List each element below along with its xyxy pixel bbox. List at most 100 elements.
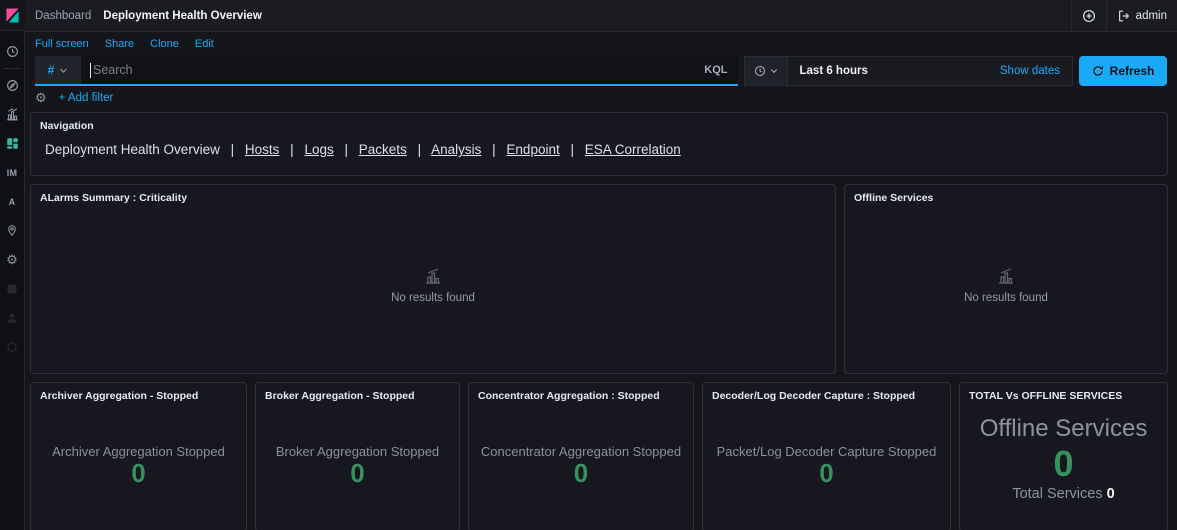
stat-value: 0	[131, 458, 146, 489]
chevron-down-icon	[60, 68, 68, 73]
share-link[interactable]: Share	[105, 38, 134, 50]
nav-separator: |	[570, 142, 574, 157]
filter-settings-gear-icon[interactable]: ⚙	[35, 91, 47, 104]
clone-link[interactable]: Clone	[150, 38, 179, 50]
text-caret	[90, 63, 91, 78]
query-language-button[interactable]: KQL	[694, 64, 737, 76]
disabled-circle-icon	[0, 332, 25, 361]
time-picker: Last 6 hours Show dates	[743, 56, 1073, 86]
broker-aggregation-panel: Broker Aggregation - Stopped Broker Aggr…	[255, 382, 460, 530]
total-services-line: Total Services 0	[1012, 486, 1114, 502]
nav-separator: |	[417, 142, 422, 157]
query-bar-row: # KQL	[35, 56, 1167, 86]
no-results-chart-icon	[999, 267, 1013, 284]
query-bar: # KQL	[35, 56, 738, 86]
maps-pin-icon[interactable]	[0, 216, 25, 245]
offline-empty-state: No results found	[845, 185, 1167, 373]
no-results-chart-icon	[426, 267, 440, 284]
chevron-down-icon	[770, 69, 777, 74]
management-gear-icon[interactable]: ⚙	[0, 245, 25, 274]
refresh-icon	[1092, 66, 1103, 76]
add-icon[interactable]	[1082, 9, 1096, 23]
kibana-logo-icon	[5, 7, 19, 23]
decoder-capture-panel: Decoder/Log Decoder Capture : Stopped Pa…	[702, 382, 951, 530]
stat-value: 0	[573, 458, 589, 489]
header-actions: admin	[1061, 0, 1167, 31]
nav-current-page: Deployment Health Overview	[45, 142, 220, 157]
saved-query-menu-button[interactable]: #	[35, 56, 81, 84]
stat-label: Packet/Log Decoder Capture Stopped	[716, 444, 937, 460]
add-filter-link[interactable]: + Add filter	[59, 92, 114, 104]
nav-separator: |	[344, 142, 348, 157]
nav-separator: |	[230, 142, 235, 157]
total-services-value: 0	[1106, 486, 1115, 503]
time-range-label[interactable]: Last 6 hours	[788, 65, 880, 77]
main-area: Dashboard Deployment Health Overview adm…	[25, 0, 1177, 530]
recently-viewed-clock-icon[interactable]	[0, 37, 25, 66]
empty-state-text: No results found	[391, 291, 475, 304]
clock-icon	[754, 65, 765, 77]
stat-value: 0	[819, 458, 834, 489]
search-input[interactable]	[81, 63, 695, 77]
archiver-aggregation-panel: Archiver Aggregation - Stopped Archiver …	[30, 382, 247, 530]
search-input-wrap: KQL	[81, 56, 738, 84]
logout-button[interactable]: admin	[1117, 9, 1167, 23]
logout-icon	[1118, 10, 1129, 21]
disabled-user-icon	[0, 303, 25, 332]
header-divider-2	[1105, 0, 1107, 31]
nav-separator: |	[492, 142, 496, 157]
time-quick-menu-button[interactable]	[744, 57, 788, 85]
dashboard-grid-icon[interactable]	[0, 129, 25, 158]
user-name: admin	[1135, 9, 1167, 22]
total-services-label: Total Services	[1012, 486, 1103, 503]
refresh-label: Refresh	[1109, 64, 1155, 78]
show-dates-link[interactable]: Show dates	[880, 65, 1072, 77]
middle-panels-row: ALarms Summary : Criticality No results …	[30, 184, 1168, 374]
top-header-bar: Dashboard Deployment Health Overview adm…	[25, 0, 1177, 32]
nav-link-hosts[interactable]: Hosts	[245, 142, 280, 157]
page-title: Deployment Health Overview	[103, 9, 262, 22]
total-body: Offline Services 0 Total Services 0	[960, 383, 1167, 530]
filter-row: ⚙ + Add filter	[25, 86, 1177, 110]
empty-state-text: No results found	[964, 291, 1048, 304]
kibana-logo[interactable]	[0, 0, 25, 31]
nav-separator: |	[290, 142, 294, 157]
stat-body: Broker Aggregation Stopped 0	[256, 383, 459, 530]
stat-value: 0	[350, 458, 365, 489]
stat-body: Concentrator Aggregation Stopped 0	[469, 383, 693, 530]
edit-link[interactable]: Edit	[195, 38, 214, 50]
full-screen-link[interactable]: Full screen	[35, 38, 89, 50]
alarms-summary-panel: ALarms Summary : Criticality No results …	[30, 184, 836, 374]
hash-icon: #	[47, 63, 55, 77]
discover-compass-icon[interactable]	[0, 71, 25, 100]
nav-link-logs[interactable]: Logs	[304, 142, 333, 157]
sidebar-item-im[interactable]: IM	[0, 158, 25, 187]
stat-body: Archiver Aggregation Stopped 0	[31, 383, 246, 530]
dashboard-content: Navigation Deployment Health Overview | …	[25, 110, 1177, 530]
stat-label: Archiver Aggregation Stopped	[52, 444, 225, 460]
gear-glyph: ⚙	[6, 252, 18, 267]
disabled-app-icon	[0, 274, 25, 303]
sidebar-divider	[3, 68, 21, 69]
concentrator-aggregation-panel: Concentrator Aggregation : Stopped Conce…	[468, 382, 694, 530]
navigation-panel-title: Navigation	[40, 120, 94, 132]
navigation-links: Deployment Health Overview | Hosts | Log…	[31, 132, 1167, 157]
alarms-empty-state: No results found	[31, 185, 835, 373]
nav-link-endpoint[interactable]: Endpoint	[506, 142, 559, 157]
sidebar-item-a[interactable]: A	[0, 187, 25, 216]
header-divider	[1070, 0, 1072, 31]
nav-link-esa-correlation[interactable]: ESA Correlation	[585, 142, 681, 157]
total-vs-offline-panel: TOTAL Vs OFFLINE SERVICES Offline Servic…	[959, 382, 1168, 530]
offline-services-panel: Offline Services No results found	[844, 184, 1168, 374]
visualize-chart-icon[interactable]	[0, 100, 25, 129]
navigation-panel: Navigation Deployment Health Overview | …	[30, 112, 1168, 176]
stat-label: Concentrator Aggregation Stopped	[480, 444, 682, 460]
im-label: IM	[6, 167, 18, 178]
offline-services-value: 0	[1053, 443, 1074, 484]
nav-link-analysis[interactable]: Analysis	[431, 142, 481, 157]
breadcrumb[interactable]: Dashboard	[35, 10, 91, 22]
nav-link-packets[interactable]: Packets	[359, 142, 407, 157]
dashboard-toolbar: Full screen Share Clone Edit	[25, 32, 1177, 54]
stat-label: Broker Aggregation Stopped	[275, 444, 440, 460]
refresh-button[interactable]: Refresh	[1079, 56, 1167, 86]
